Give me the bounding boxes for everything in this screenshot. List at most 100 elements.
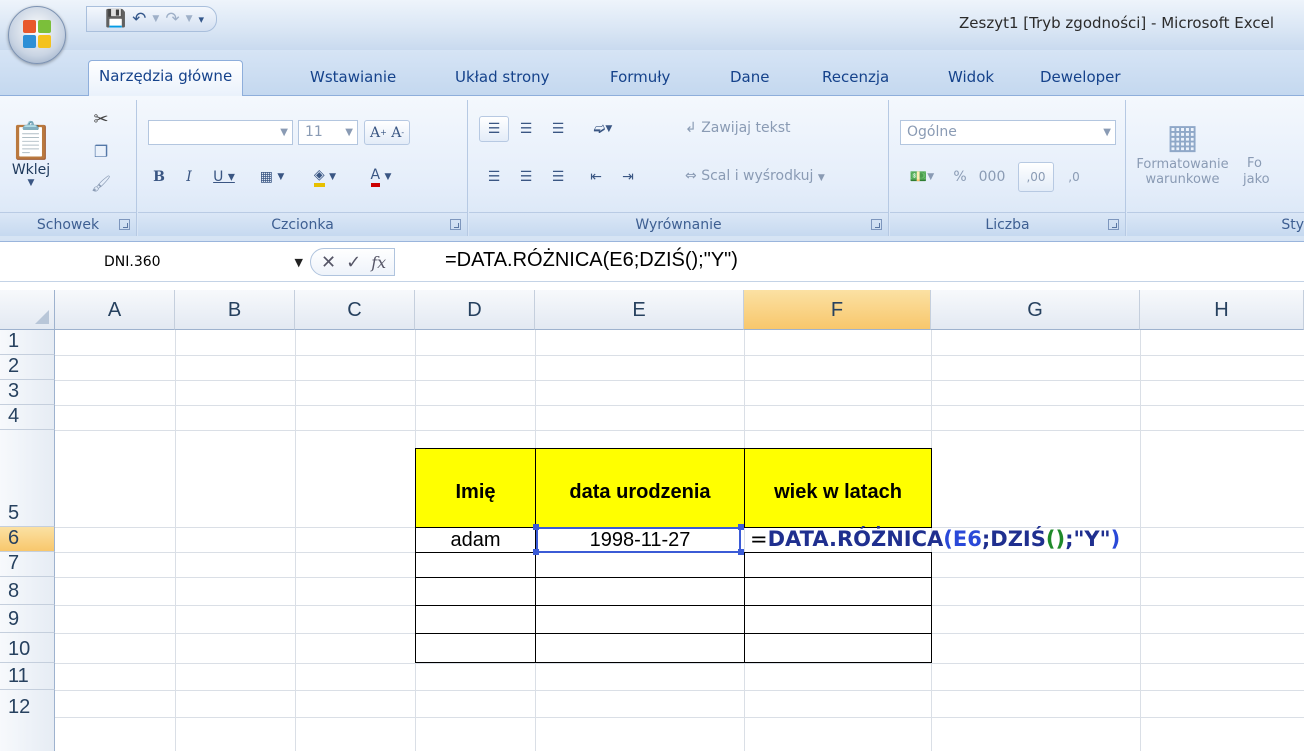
column-header-d[interactable]: D — [415, 290, 535, 330]
paste-button[interactable]: 📋 Wklej ▼ — [2, 106, 60, 202]
number-group: Ogólne ▼ 💵 ▼ % 000 ,00 ,0 Liczba — [890, 100, 1126, 236]
merge-center-button[interactable]: ⇔ Scal i wyśrodkuj ▼ — [685, 168, 825, 184]
row-header-2[interactable]: 2 — [0, 355, 55, 380]
percent-button[interactable]: % — [948, 164, 972, 190]
bold-button[interactable]: B — [146, 164, 172, 190]
redo-icon[interactable]: ↷ — [165, 10, 179, 28]
select-all-button[interactable] — [0, 290, 55, 330]
paste-dropdown-icon: ▼ — [27, 178, 35, 188]
alignment-launcher-icon[interactable] — [871, 219, 882, 230]
reference-handle[interactable] — [533, 549, 539, 555]
wrap-text-button[interactable]: ↲ Zawijaj tekst — [685, 120, 791, 136]
accounting-format-button[interactable]: 💵 ▼ — [900, 164, 944, 190]
tab-home[interactable]: Narzędzia główne — [88, 60, 244, 97]
row-header-6[interactable]: 6 — [0, 527, 55, 552]
align-top-icon[interactable]: ☰ — [479, 116, 509, 142]
name-box[interactable]: DNI.360 ▼ — [12, 249, 303, 276]
font-size-combo[interactable]: 11 ▼ — [298, 120, 358, 145]
tab-developer[interactable]: Deweloper — [1030, 62, 1131, 96]
borders-button[interactable]: ▦ ▼ — [250, 164, 294, 190]
format-as-table-label[interactable]: Fo — [1247, 156, 1262, 171]
tab-data[interactable]: Dane — [720, 62, 779, 96]
clipboard-group: 📋 Wklej ▼ ✂ ❐ 🖌 Schowek — [0, 100, 137, 236]
row-header-11[interactable]: 11 — [0, 663, 55, 690]
column-header-g[interactable]: G — [931, 290, 1140, 330]
alignment-group: ☰ ☰ ☰ ➫ ▼ ☰ ☰ ☰ ⇤ ⇥ ↲ Zawijaj tekst ⇔ Sc… — [469, 100, 889, 236]
cell-f5[interactable]: wiek w latach — [744, 448, 932, 528]
conditional-formatting-button[interactable]: ▦ Formatowanie warunkowe — [1135, 104, 1230, 200]
redo-dropdown-icon[interactable]: ▼ — [186, 14, 193, 24]
row-header-5[interactable]: 5 — [0, 430, 55, 527]
row-header-9[interactable]: 9 — [0, 605, 55, 633]
tab-page-layout[interactable]: Układ strony — [445, 62, 560, 96]
tab-review[interactable]: Recenzja — [812, 62, 899, 96]
row-header-12[interactable]: 12 — [0, 690, 55, 751]
number-format-combo[interactable]: Ogólne ▼ — [900, 120, 1116, 145]
format-painter-icon[interactable]: 🖌 — [88, 170, 114, 196]
reference-handle[interactable] — [738, 549, 744, 555]
number-launcher-icon[interactable] — [1108, 219, 1119, 230]
column-header-a[interactable]: A — [55, 290, 175, 330]
cell-f6-editor[interactable]: =DATA.RÓŻNICA(E6;DZIŚ();"Y") — [750, 527, 1120, 551]
column-header-b[interactable]: B — [175, 290, 295, 330]
row-header-1[interactable]: 1 — [0, 330, 55, 355]
ribbon-tabs: Narzędzia główne Wstawianie Układ strony… — [0, 50, 1304, 97]
ribbon: 📋 Wklej ▼ ✂ ❐ 🖌 Schowek ▼ 11 ▼ A + A- B I … — [0, 96, 1304, 242]
tab-formulas[interactable]: Formuły — [600, 62, 680, 96]
conditional-formatting-icon: ▦ — [1166, 117, 1199, 157]
cancel-entry-icon[interactable]: ✕ — [321, 252, 336, 273]
insert-function-icon[interactable]: fx — [371, 253, 386, 272]
orientation-icon[interactable]: ➫ ▼ — [581, 116, 625, 142]
italic-button[interactable]: I — [176, 164, 202, 190]
column-header-e[interactable]: E — [535, 290, 744, 330]
row-header-10[interactable]: 10 — [0, 633, 55, 663]
row-header-3[interactable]: 3 — [0, 380, 55, 405]
undo-icon[interactable]: ↶ — [132, 10, 146, 28]
underline-button[interactable]: U ▾ — [204, 164, 244, 190]
align-right-icon[interactable]: ☰ — [543, 164, 573, 190]
format-as-table-label-2[interactable]: jako — [1243, 172, 1270, 187]
fill-color-button[interactable]: ◈ ▼ — [300, 164, 350, 190]
clipboard-launcher-icon[interactable] — [119, 219, 130, 230]
formula-input[interactable]: =DATA.RÓŻNICA(E6;DZIŚ();"Y") — [445, 249, 738, 272]
column-header-c[interactable]: C — [295, 290, 415, 330]
column-header-f[interactable]: F — [744, 290, 931, 330]
tab-insert[interactable]: Wstawianie — [300, 62, 406, 96]
align-bottom-icon[interactable]: ☰ — [543, 116, 573, 142]
increase-decimal-button[interactable]: ,00 — [1018, 162, 1054, 192]
column-header-h[interactable]: H — [1140, 290, 1304, 330]
font-size-buttons[interactable]: A + A- — [364, 120, 410, 145]
row-header-4[interactable]: 4 — [0, 405, 55, 430]
customize-quick-access-icon[interactable]: ▾ — [199, 14, 205, 25]
confirm-entry-icon[interactable]: ✓ — [346, 252, 361, 273]
cell-d6[interactable]: adam — [416, 528, 535, 552]
number-label: Liczba — [890, 212, 1125, 236]
align-center-icon[interactable]: ☰ — [511, 164, 541, 190]
row-header-8[interactable]: 8 — [0, 577, 55, 605]
referenced-cell-highlight — [536, 527, 741, 553]
font-color-button[interactable]: A ▼ — [356, 164, 406, 190]
office-button[interactable] — [8, 6, 66, 64]
cell-e5[interactable]: data urodzenia — [535, 448, 745, 528]
font-name-combo[interactable]: ▼ — [148, 120, 293, 145]
thousands-separator-button[interactable]: 000 — [974, 164, 1010, 190]
increase-indent-icon[interactable]: ⇥ — [613, 164, 643, 190]
reference-handle[interactable] — [533, 524, 539, 530]
reference-handle[interactable] — [738, 524, 744, 530]
align-middle-icon[interactable]: ☰ — [511, 116, 541, 142]
tab-view[interactable]: Widok — [938, 62, 1004, 96]
decrease-decimal-button[interactable]: ,0 — [1056, 162, 1092, 192]
borders-icon: ▦ — [259, 169, 273, 185]
row-header-7[interactable]: 7 — [0, 552, 55, 577]
copy-icon[interactable]: ❐ — [88, 138, 114, 164]
name-box-dropdown-icon[interactable]: ▼ — [295, 249, 303, 276]
decrease-indent-icon[interactable]: ⇤ — [581, 164, 611, 190]
save-icon[interactable]: 💾 — [105, 10, 126, 28]
worksheet-grid[interactable]: A B C D E F G H 1 2 3 4 5 6 7 8 9 10 11 … — [0, 290, 1304, 751]
font-launcher-icon[interactable] — [450, 219, 461, 230]
cell-d5[interactable]: Imię — [415, 448, 536, 528]
align-left-icon[interactable]: ☰ — [479, 164, 509, 190]
cut-icon[interactable]: ✂ — [88, 106, 114, 132]
quick-access-toolbar: 💾 ↶ ▼ ↷ ▼ ▾ — [86, 6, 218, 32]
undo-dropdown-icon[interactable]: ▼ — [152, 14, 159, 24]
